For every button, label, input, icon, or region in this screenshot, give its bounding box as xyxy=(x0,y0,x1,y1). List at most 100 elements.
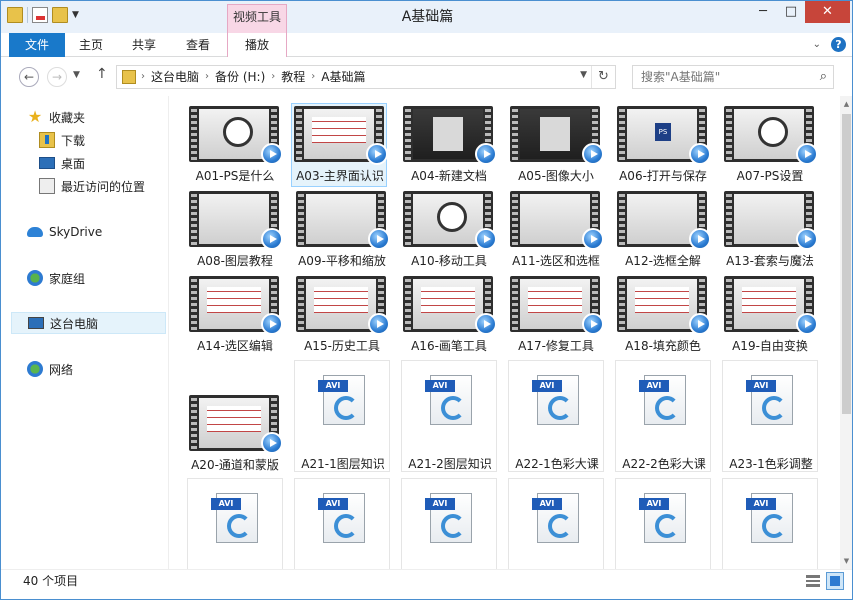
file-name: A01-PS是什么 xyxy=(195,169,275,183)
list-item[interactable]: A11-选区和选框 xyxy=(508,189,604,273)
media-ring-icon xyxy=(334,514,358,538)
list-item[interactable]: A07-PS设置 xyxy=(722,104,818,188)
refresh-button[interactable]: ↻ xyxy=(591,66,615,88)
list-item[interactable]: AVI A23-1色彩调整 xyxy=(722,360,818,472)
tab-play[interactable]: 播放 xyxy=(227,33,287,57)
media-player-icon xyxy=(582,228,604,250)
address-dropdown-icon[interactable]: ▼ xyxy=(580,70,587,80)
navigation-pane: ★ 收藏夹 下载 桌面 最近访问的位置 SkyDrive 家庭组 这台电脑 网络 xyxy=(1,96,169,569)
sidebar-item-skydrive[interactable]: SkyDrive xyxy=(27,221,167,243)
list-item[interactable]: A15-历史工具 xyxy=(294,274,390,358)
file-name: A04-新建文档 xyxy=(411,169,487,183)
back-button[interactable]: ← xyxy=(19,67,39,87)
file-name: A20-通道和蒙版 xyxy=(191,458,279,472)
sidebar-item-downloads[interactable]: 下载 xyxy=(39,129,167,151)
sidebar-item-recent[interactable]: 最近访问的位置 xyxy=(39,175,167,197)
maximize-button[interactable]: □ xyxy=(777,1,805,23)
list-item[interactable]: AVI A21-1图层知识 xyxy=(294,360,390,472)
crumb-tutorial[interactable]: 教程 xyxy=(281,66,305,88)
new-folder-icon[interactable] xyxy=(52,7,68,23)
list-item[interactable]: AVI xyxy=(508,478,604,569)
media-player-icon xyxy=(366,143,388,165)
sidebar-item-desktop[interactable]: 桌面 xyxy=(39,152,167,174)
ribbon-right: ⌄ ? xyxy=(813,37,846,52)
avi-file-icon: AVI xyxy=(532,375,579,425)
list-item[interactable]: AVI A22-2色彩大课 xyxy=(615,360,711,472)
scrollbar-thumb[interactable] xyxy=(842,114,851,414)
recent-locations-icon[interactable]: ▼ xyxy=(73,70,80,80)
list-item[interactable]: AVI A22-1色彩大课 xyxy=(508,360,604,472)
scroll-up-icon[interactable]: ▲ xyxy=(840,96,852,112)
list-item[interactable]: A12-选框全解 xyxy=(615,189,711,273)
media-player-icon xyxy=(261,228,283,250)
desktop-icon xyxy=(39,157,55,169)
folder-icon[interactable] xyxy=(7,7,23,23)
video-frame xyxy=(734,279,804,329)
properties-icon[interactable] xyxy=(32,7,48,23)
media-player-icon xyxy=(689,143,711,165)
list-item[interactable]: AVI xyxy=(615,478,711,569)
list-item[interactable]: A04-新建文档 xyxy=(401,104,497,188)
customize-toolbar-icon[interactable]: ▼ xyxy=(72,10,79,20)
media-ring-icon xyxy=(655,514,679,538)
up-button[interactable]: ↑ xyxy=(96,66,108,82)
list-item[interactable]: A05-图像大小 xyxy=(508,104,604,188)
list-item[interactable]: AVI xyxy=(187,478,283,569)
close-button[interactable]: ✕ xyxy=(805,1,850,23)
scroll-down-icon[interactable]: ▼ xyxy=(840,553,852,569)
list-item[interactable]: A18-填充颜色 xyxy=(615,274,711,358)
forward-button[interactable]: → xyxy=(47,67,67,87)
list-item[interactable]: A14-选区编辑 xyxy=(187,274,283,358)
tab-home[interactable]: 主页 xyxy=(67,33,115,57)
chevron-right-icon[interactable]: › xyxy=(311,66,315,88)
video-frame xyxy=(306,194,376,244)
sidebar-item-this-pc[interactable]: 这台电脑 xyxy=(11,312,166,334)
list-item[interactable]: A09-平移和缩放 xyxy=(294,189,390,273)
crumb-current[interactable]: A基础篇 xyxy=(321,66,365,88)
title-bar: ▼ 视频工具 A基础篇 ─ □ ✕ xyxy=(1,1,852,33)
large-icons-view-icon[interactable] xyxy=(826,572,844,590)
tab-file[interactable]: 文件 xyxy=(9,33,65,57)
tab-view[interactable]: 查看 xyxy=(173,33,223,57)
address-bar[interactable]: › 这台电脑 › 备份 (H:) › 教程 › A基础篇 ▼ ↻ xyxy=(116,65,616,89)
chevron-right-icon[interactable]: › xyxy=(205,66,209,88)
media-ring-icon xyxy=(334,396,358,420)
minimize-button[interactable]: ─ xyxy=(749,1,777,23)
search-input[interactable] xyxy=(633,66,803,88)
file-name: A14-选区编辑 xyxy=(197,339,273,353)
help-icon[interactable]: ? xyxy=(831,37,846,52)
list-item[interactable]: A08-图层教程 xyxy=(187,189,283,273)
list-item[interactable]: A20-通道和蒙版 xyxy=(187,393,283,477)
video-frame xyxy=(199,279,269,329)
list-item[interactable]: AVI A21-2图层知识 xyxy=(401,360,497,472)
tab-share[interactable]: 共享 xyxy=(119,33,169,57)
crumb-this-pc[interactable]: 这台电脑 xyxy=(151,66,199,88)
sidebar-item-favorites[interactable]: ★ 收藏夹 xyxy=(27,106,167,128)
list-item[interactable]: A19-自由变换 xyxy=(722,274,818,358)
search-icon[interactable]: ⌕ xyxy=(820,69,827,84)
list-item[interactable]: A03-主界面认识 xyxy=(291,103,388,187)
list-item[interactable]: AVI xyxy=(401,478,497,569)
crumb-drive[interactable]: 备份 (H:) xyxy=(215,66,265,88)
list-item[interactable]: A10-移动工具 xyxy=(401,189,497,273)
avi-badge: AVI xyxy=(425,498,455,510)
list-item[interactable]: A01-PS是什么 xyxy=(187,104,283,188)
sidebar-item-homegroup[interactable]: 家庭组 xyxy=(27,267,167,289)
sidebar-item-network[interactable]: 网络 xyxy=(27,358,167,380)
details-view-icon[interactable] xyxy=(806,575,820,587)
list-item[interactable]: AVI xyxy=(294,478,390,569)
list-item[interactable]: A16-画笔工具 xyxy=(401,274,497,358)
list-item[interactable]: AVI xyxy=(722,478,818,569)
list-item[interactable]: A13-套索与魔法 xyxy=(722,189,818,273)
ribbon-tabs: 文件 主页 共享 查看 播放 ⌄ ? xyxy=(1,33,852,57)
chevron-right-icon[interactable]: › xyxy=(141,66,145,88)
list-item[interactable]: A17-修复工具 xyxy=(508,274,604,358)
chevron-right-icon[interactable]: › xyxy=(271,66,275,88)
navigation-bar: ← → ▼ ↑ › 这台电脑 › 备份 (H:) › 教程 › A基础篇 ▼ ↻… xyxy=(1,58,852,96)
list-item[interactable]: A06-打开与保存 xyxy=(615,104,711,188)
vertical-scrollbar[interactable]: ▲ ▼ xyxy=(840,96,852,569)
video-frame xyxy=(199,398,269,448)
media-ring-icon xyxy=(548,396,572,420)
expand-ribbon-icon[interactable]: ⌄ xyxy=(813,39,821,50)
avi-badge: AVI xyxy=(746,380,776,392)
